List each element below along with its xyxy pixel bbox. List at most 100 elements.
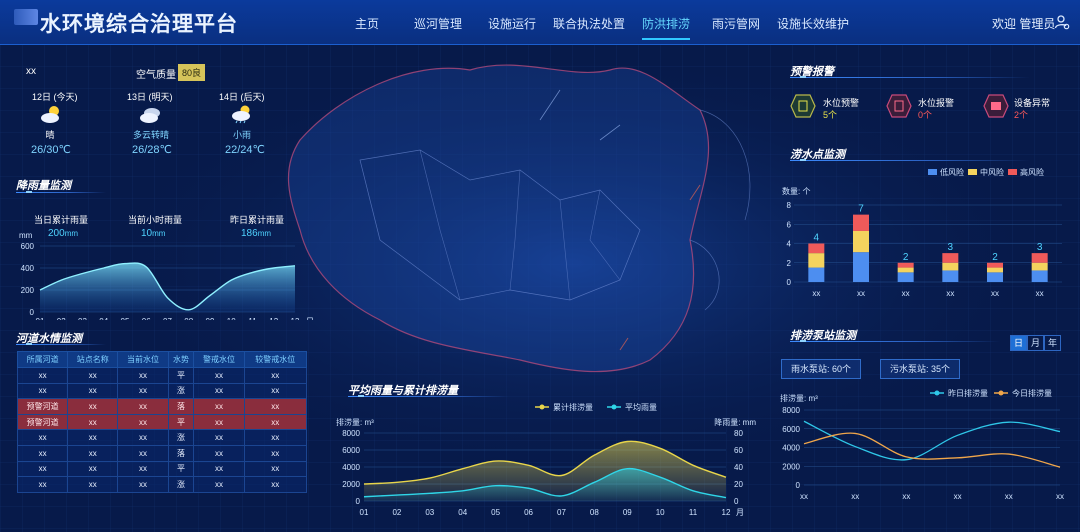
weather-day-1-temp: 26/30℃: [31, 144, 71, 156]
table-cell: xx: [117, 398, 169, 415]
waterlog-y-unit: 数量: 个: [782, 186, 810, 196]
drain-y-tick: 0: [356, 497, 361, 506]
table-cell: xx: [193, 429, 245, 446]
rainfall-title-marker: [26, 191, 32, 193]
river-table: 所属河道 站点名称 当前水位 水势 警戒水位 较警戒水位 xx xx xx 平 xx xx…: [16, 351, 308, 493]
rain-y-tick: 400: [21, 264, 35, 273]
table-cell: xx: [16, 476, 69, 493]
sewage-pump-count[interactable]: 污水泵站: 35个: [880, 359, 960, 379]
user-settings-icon[interactable]: [1054, 14, 1070, 30]
rain-y-tick: 600: [21, 242, 35, 251]
table-row[interactable]: xx xx xx 涨 xx xx: [16, 382, 308, 400]
weather-day-3-temp: 22/24℃: [225, 144, 265, 156]
table-cell: xx: [67, 476, 119, 493]
rainfall-section-title: 降雨量监测: [16, 180, 71, 192]
table-cell: xx: [193, 460, 245, 478]
rain-x-unit: 日: [306, 317, 314, 320]
tab-year[interactable]: 年: [1044, 335, 1061, 351]
waterlog-y-tick: 2: [787, 259, 792, 268]
table-cell: 平: [167, 367, 195, 384]
waterlog-bar-segment: [853, 230, 869, 253]
drain-x-tick: 11: [689, 508, 698, 517]
nav-pipe-network[interactable]: 雨污管网: [712, 15, 760, 32]
drain-x-tick: 03: [425, 508, 434, 517]
table-cell: xx: [193, 367, 245, 384]
drain-x-unit: 月: [736, 508, 744, 517]
table-row[interactable]: xx xx xx 落 xx xx: [16, 444, 308, 462]
cloudy-icon: [140, 108, 160, 123]
table-cell: xx: [243, 444, 308, 462]
rain-x-tick: 10: [227, 317, 236, 320]
rain-area: [40, 263, 295, 312]
drain-y-tick-right: 80: [734, 429, 743, 438]
rain-x-tick: 05: [121, 317, 130, 320]
legend-swatch: [928, 169, 937, 175]
waterlog-bar-segment: [942, 253, 959, 263]
table-row[interactable]: xx xx xx 平 xx xx: [16, 367, 308, 384]
nav-flood-control[interactable]: 防洪排涝: [642, 15, 690, 32]
rain-x-tick: 09: [206, 317, 215, 320]
waterlog-bar-segment: [942, 262, 959, 271]
col-river: 所属河道: [16, 351, 69, 368]
alarm-title-line: [790, 77, 1030, 78]
waterlog-x-tick: xx: [1036, 289, 1044, 298]
waterlog-total-label: 2: [903, 252, 909, 263]
weather-day-1-desc: 晴: [45, 130, 55, 140]
waterlog-bar-segment: [1031, 270, 1048, 282]
table-cell: xx: [243, 398, 308, 415]
table-cell: xx: [67, 398, 119, 415]
table-row[interactable]: 预警河道 xx xx 平 xx xx: [16, 413, 308, 431]
legend-label: 昨日排涝量: [948, 388, 988, 398]
table-cell: xx: [16, 367, 69, 384]
pump-series-line: [803, 420, 1061, 461]
pump-y-tick: 0: [796, 481, 801, 490]
nav-facility-operation[interactable]: 设施运行: [488, 15, 536, 32]
drain-y-tick: 2000: [342, 480, 360, 489]
drain-y-unit: 排涝量: m³: [336, 417, 374, 427]
top-header: 水环境综合治理平台 主页 巡河管理 设施运行 联合执法处置 防洪排涝 雨污管网 …: [0, 0, 1080, 45]
pump-x-tick: xx: [1005, 492, 1013, 501]
table-row[interactable]: xx xx xx 平 xx xx: [16, 460, 308, 478]
waterlog-stacked-bar-chart: 低风险 中风险 高风险数量: 个 0 2 4 6 8 4 xx 7 xx 2 xx 3 xx 2 xx 3 xx: [782, 167, 1062, 298]
table-row[interactable]: xx xx xx 涨 xx xx: [16, 429, 308, 446]
table-cell: xx: [193, 444, 245, 462]
drain-y-unit-right: 降雨量: mm: [714, 417, 756, 427]
drain-area-chart: 累计排涝量 平均雨量排涝量: m³ 降雨量: mm02000400060008000…: [336, 402, 756, 517]
waterlog-bar-segment: [987, 272, 1003, 282]
table-cell: xx: [193, 382, 245, 400]
pump-line-chart: 昨日排涝量 今日排涝量排涝量: m³ 0 2000 4000 6000 8000 xx xx xx…: [780, 388, 1064, 501]
waterlog-bar-segment: [1031, 262, 1048, 271]
table-cell: xx: [67, 444, 119, 462]
table-row[interactable]: 预警河道 xx xx 落 xx xx: [16, 398, 308, 415]
air-quality-label: 空气质量: [136, 70, 176, 81]
alarm-title-marker: [800, 76, 806, 78]
table-cell: xx: [16, 444, 69, 462]
waterlog-bar-segment: [897, 267, 914, 273]
nav-active-indicator: [642, 38, 690, 40]
table-cell: 落: [167, 398, 195, 415]
air-quality-badge: 80良: [178, 64, 206, 81]
pump-y-tick: 6000: [782, 425, 800, 434]
table-cell: xx: [117, 460, 169, 478]
waterlog-y-tick: 8: [787, 201, 792, 210]
drain-y-tick: 8000: [342, 429, 360, 438]
table-cell: 涨: [167, 429, 195, 446]
legend-label: 低风险: [940, 167, 964, 177]
rain-pump-count[interactable]: 雨水泵站: 60个: [781, 359, 861, 379]
tab-day[interactable]: 日: [1010, 335, 1027, 351]
pump-x-tick: xx: [800, 492, 808, 501]
pump-x-tick: xx: [954, 492, 962, 501]
rain-y-tick: 0: [30, 308, 35, 317]
pump-y-tick: 2000: [782, 462, 800, 471]
legend-label: 中风险: [980, 167, 1004, 177]
tab-month[interactable]: 月: [1027, 335, 1044, 351]
nav-river-patrol[interactable]: 巡河管理: [414, 15, 462, 32]
nav-home[interactable]: 主页: [355, 15, 379, 32]
nav-facility-maintenance[interactable]: 设施长效维护: [777, 15, 849, 32]
pump-x-tick: xx: [902, 492, 910, 501]
table-row[interactable]: xx xx xx 涨 xx xx: [16, 476, 308, 493]
nav-joint-enforcement[interactable]: 联合执法处置: [553, 15, 625, 32]
drain-x-tick: 05: [491, 508, 500, 517]
waterlog-y-tick: 4: [787, 240, 792, 249]
drain-title-marker: [358, 395, 364, 397]
